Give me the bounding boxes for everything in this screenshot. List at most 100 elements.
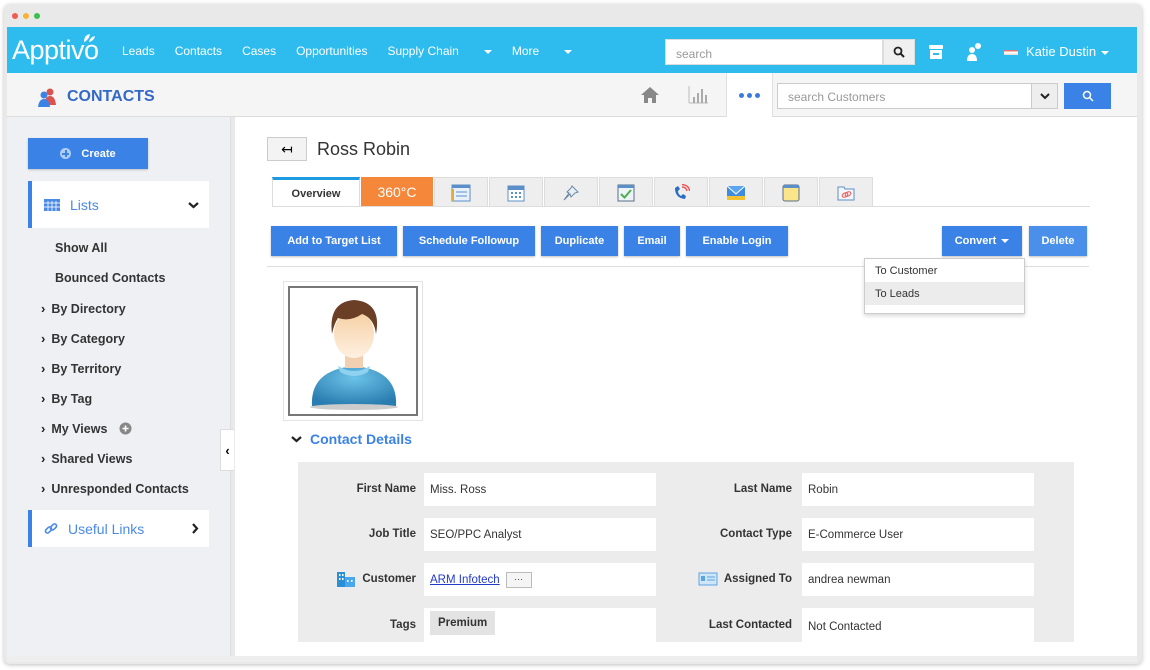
- chevron-down-icon: [188, 201, 199, 208]
- app-title-text: CONTACTS: [67, 88, 155, 105]
- window-controls: [12, 13, 40, 19]
- nav-contacts[interactable]: Contacts: [175, 44, 222, 58]
- caret-down-icon: [483, 49, 492, 54]
- back-arrow-icon: ↤: [281, 140, 293, 157]
- chevron-right-icon: ›: [41, 421, 46, 436]
- last-name-field[interactable]: Robin: [802, 473, 1034, 506]
- nav-opportunities[interactable]: Opportunities: [296, 44, 367, 58]
- enable-login-button[interactable]: Enable Login: [686, 226, 788, 256]
- tab-task[interactable]: [599, 177, 653, 207]
- assigned-to-field[interactable]: andrea newman: [802, 563, 1034, 596]
- task-check-icon: [617, 184, 635, 201]
- plus-circle-icon: [60, 148, 72, 159]
- menu-item-to-leads[interactable]: To Leads: [865, 282, 1024, 305]
- home-icon[interactable]: [640, 85, 660, 105]
- nav-supply-chain[interactable]: Supply Chain: [387, 44, 492, 58]
- main-nav: Leads Contacts Cases Opportunities Suppl…: [122, 44, 592, 58]
- sidebar-item-unresponded-contacts[interactable]: › Unresponded Contacts: [41, 481, 189, 496]
- 360-icon: 360°C: [377, 184, 417, 200]
- app-subheader: CONTACTS search Customers: [7, 73, 1137, 117]
- sidebar-collapse-toggle[interactable]: ‹: [220, 429, 234, 471]
- email-button[interactable]: Email: [624, 226, 680, 256]
- customer-link[interactable]: ARM Infotech: [430, 574, 500, 586]
- sidebar-item-show-all[interactable]: Show All: [55, 241, 107, 255]
- tag-chip[interactable]: Premium: [430, 611, 496, 635]
- nav-cases[interactable]: Cases: [242, 44, 276, 58]
- tab-email[interactable]: [709, 177, 763, 207]
- maximize-window-dot[interactable]: [34, 13, 40, 19]
- contact-type-label: Contact Type: [688, 517, 792, 550]
- tab-notes[interactable]: [434, 177, 488, 207]
- tab-calendar[interactable]: [489, 177, 543, 207]
- sidebar-item-my-views[interactable]: › My Views: [41, 421, 132, 436]
- sidebar-section-lists[interactable]: Lists: [28, 181, 209, 228]
- user-add-icon[interactable]: [966, 42, 982, 62]
- minimize-window-dot[interactable]: [23, 13, 29, 19]
- global-search-button[interactable]: [883, 39, 915, 65]
- customer-search-button[interactable]: [1064, 83, 1111, 109]
- global-search-input[interactable]: search: [665, 39, 883, 65]
- caret-down-icon: [564, 49, 573, 54]
- sidebar-item-by-territory[interactable]: › By Territory: [41, 361, 121, 376]
- tab-label: Overview: [291, 187, 341, 200]
- table-icon: [44, 198, 60, 211]
- first-name-field[interactable]: Miss. Ross: [424, 473, 656, 506]
- tab-360[interactable]: 360°C: [361, 177, 433, 207]
- avatar-placeholder-icon: [310, 300, 398, 410]
- chevron-down-icon: [1039, 93, 1050, 100]
- convert-button[interactable]: Convert: [942, 226, 1022, 256]
- dot: [755, 92, 760, 98]
- tab-notes-sticky[interactable]: [764, 177, 818, 207]
- user-menu[interactable]: Katie Dustin: [1004, 44, 1110, 59]
- tab-pin[interactable]: [544, 177, 598, 207]
- sidebar-item-bounced-contacts[interactable]: Bounced Contacts: [55, 271, 165, 285]
- store-icon[interactable]: [928, 44, 944, 60]
- sidebar-item-by-tag[interactable]: › By Tag: [41, 391, 92, 406]
- apptivo-logo[interactable]: Apptivo: [12, 34, 99, 66]
- schedule-followup-button[interactable]: Schedule Followup: [403, 226, 535, 256]
- create-button[interactable]: Create: [28, 138, 148, 169]
- more-options-button[interactable]: [726, 73, 773, 117]
- last-contacted-field[interactable]: Not Contacted: [802, 608, 1034, 642]
- attachment-folder-icon: [837, 186, 855, 200]
- user-name: Katie Dustin: [1026, 44, 1097, 59]
- customer-search-dropdown[interactable]: [1031, 83, 1058, 109]
- sidebar-section-useful-links[interactable]: Useful Links: [28, 510, 209, 547]
- reports-icon[interactable]: [687, 85, 709, 105]
- item-label: By Directory: [51, 301, 126, 316]
- delete-button[interactable]: Delete: [1029, 226, 1087, 256]
- flag-icon: [1004, 50, 1018, 56]
- nav-leads[interactable]: Leads: [122, 44, 155, 58]
- tags-label: Tags: [298, 608, 416, 641]
- job-title-field[interactable]: SEO/PPC Analyst: [424, 518, 656, 551]
- customer-label: Customer: [298, 562, 416, 595]
- label-text: Assigned To: [723, 572, 792, 585]
- sidebar-item-by-category[interactable]: › By Category: [41, 331, 125, 346]
- convert-dropdown-menu: To Customer To Leads: [864, 258, 1025, 314]
- tab-overview[interactable]: Overview: [272, 177, 360, 207]
- chevron-right-icon: [192, 523, 199, 534]
- dot: [747, 92, 752, 98]
- contact-details-header[interactable]: Contact Details: [291, 431, 412, 447]
- add-view-icon[interactable]: [119, 422, 132, 435]
- top-navbar: Apptivo Leads Contacts Cases Opportuniti…: [7, 27, 1137, 73]
- customer-search-input[interactable]: search Customers: [777, 83, 1032, 109]
- close-window-dot[interactable]: [12, 13, 18, 19]
- menu-item-to-customer[interactable]: To Customer: [865, 259, 1024, 282]
- contact-photo[interactable]: [283, 281, 423, 421]
- sidebar-item-shared-views[interactable]: › Shared Views: [41, 451, 132, 466]
- bottom-edge: [7, 656, 1137, 662]
- contact-type-field[interactable]: E-Commerce User: [802, 518, 1034, 551]
- tab-call[interactable]: [654, 177, 708, 207]
- add-to-target-list-button[interactable]: Add to Target List: [271, 226, 397, 256]
- duplicate-button[interactable]: Duplicate: [541, 226, 618, 256]
- label-text: Customer: [362, 572, 416, 585]
- last-contacted-label: Last Contacted: [678, 608, 792, 641]
- nav-more[interactable]: More: [512, 44, 573, 58]
- caret-down-icon: [1001, 239, 1010, 243]
- sidebar-item-by-directory[interactable]: › By Directory: [41, 301, 126, 316]
- tab-attachments[interactable]: [819, 177, 873, 207]
- customer-more-button[interactable]: ···: [505, 571, 532, 588]
- sticky-note-icon: [782, 184, 800, 201]
- back-button[interactable]: ↤: [267, 137, 307, 161]
